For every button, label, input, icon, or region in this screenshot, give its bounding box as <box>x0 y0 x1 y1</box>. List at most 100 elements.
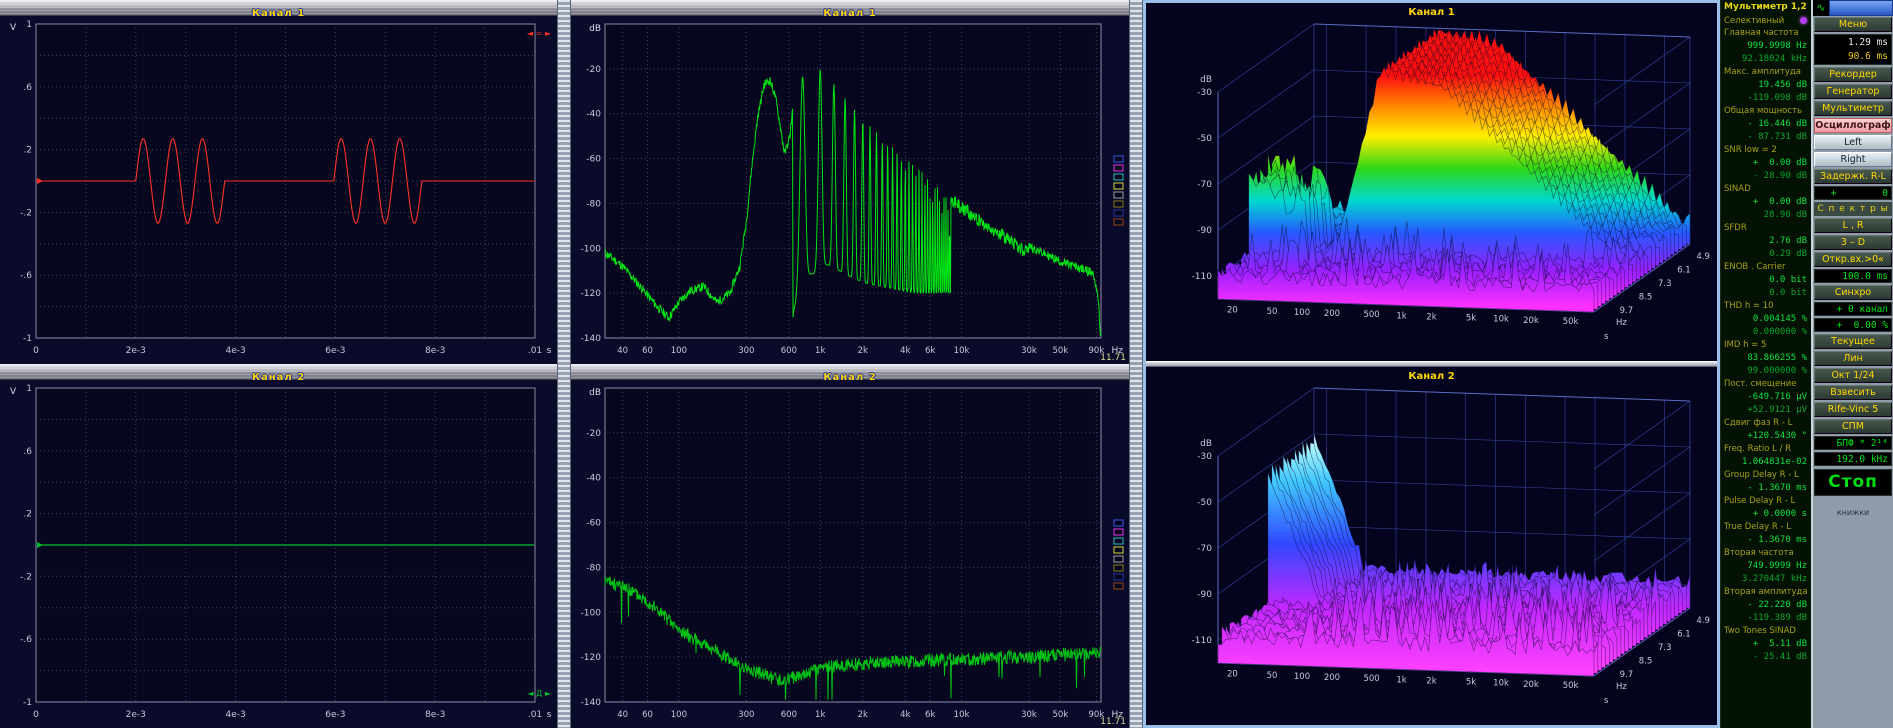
window-length-display[interactable]: 100.0 ms <box>1814 269 1892 283</box>
svg-text:10k: 10k <box>1493 315 1509 325</box>
delay-value-display[interactable]: + 0 <box>1814 186 1892 200</box>
svg-text:9.7: 9.7 <box>1620 670 1634 680</box>
menu-button[interactable]: Меню <box>1814 17 1892 32</box>
fft-size-display[interactable]: БПФ * 2¹⁴ <box>1814 436 1892 450</box>
svg-text:30k: 30k <box>1021 346 1037 356</box>
spectra-3d-button[interactable]: 3 – D <box>1814 235 1892 250</box>
right-button[interactable]: Right <box>1814 152 1892 167</box>
mm-row-value: 749.9999 Hz <box>1747 561 1807 571</box>
sample-rate-display[interactable]: 192.0 kHz <box>1814 452 1892 466</box>
svg-text:10k: 10k <box>1493 679 1509 689</box>
sync-button[interactable]: Синхро <box>1814 285 1892 300</box>
svg-text:V: V <box>10 387 17 397</box>
mm-row-value: + 0.00 dB <box>1752 197 1807 207</box>
svg-text:.01: .01 <box>528 346 542 356</box>
mm-row-value: - 16.446 dB <box>1747 119 1807 129</box>
stop-button[interactable]: Стоп <box>1814 469 1892 496</box>
mm-row-value: - 87.731 dB <box>1747 132 1807 142</box>
window-function-button[interactable]: Rife-Vinc 5 <box>1814 402 1892 417</box>
waterfall-ch2-plot[interactable]: 20 50 100 200 500 1k 2k 5k 10k 20k 50k -30 -50 -70 -90… <box>1146 367 1717 725</box>
mm-row-value: -649.716 µV <box>1747 392 1807 402</box>
svg-text:1: 1 <box>26 384 32 394</box>
svg-text:0: 0 <box>33 346 39 356</box>
svg-text:100: 100 <box>1294 308 1310 318</box>
mm-row-label: SNR low = 2 <box>1724 145 1777 155</box>
svg-text:9.7: 9.7 <box>1620 306 1634 316</box>
left-button[interactable]: Left <box>1814 135 1892 150</box>
svg-text:6.1: 6.1 <box>1677 629 1691 639</box>
time-readout-display[interactable]: 1.29 ms 90.6 ms <box>1814 34 1892 65</box>
generator-button[interactable]: Генератор <box>1814 84 1892 99</box>
svg-text:20: 20 <box>1227 305 1238 315</box>
recorder-button[interactable]: Рекордер <box>1814 67 1892 82</box>
svg-text:.01: .01 <box>528 710 542 720</box>
display-line-2: 90.6 ms <box>1847 51 1888 62</box>
spectrum-ch2-panel: Канал 2 -20 -40 -60 -80 -100 -120 -140 40 60 100 3… <box>571 364 1129 728</box>
scope-ch2-plot[interactable]: V 1 .6 .2 -.2 -.6 -10 2e-3 4e-3 6e-3 8e-3 .01 s ◄ Д ► <box>0 380 557 728</box>
spectrum-ch2-titlebar[interactable]: Канал 2 <box>571 364 1129 383</box>
splitter-scope-spectrum[interactable] <box>557 0 571 728</box>
sync-channel-display[interactable]: + 0 канал <box>1814 302 1892 316</box>
svg-text:-30: -30 <box>1197 88 1212 98</box>
mm-row-value: 3.270447 kHz <box>1741 574 1807 584</box>
svg-text:-100: -100 <box>581 244 602 254</box>
ctrl-titlebar[interactable]: ∿ <box>1813 0 1893 16</box>
delay-rl-button[interactable]: Задержк. R-L <box>1814 169 1892 184</box>
splitter-spectrum-waterfall[interactable] <box>1129 0 1143 728</box>
svg-text:Канал 2: Канал 2 <box>1408 371 1454 382</box>
svg-text:4k: 4k <box>900 710 910 720</box>
svg-text:.2: .2 <box>23 146 32 156</box>
svg-text:600: 600 <box>781 710 797 720</box>
mm-row-value: - 1.3670 ms <box>1747 483 1807 493</box>
svg-text:-120: -120 <box>581 653 602 663</box>
oscilloscope-button[interactable]: Осциллограф <box>1814 118 1892 133</box>
svg-text:Hz: Hz <box>1616 318 1627 328</box>
multimeter-selective-row[interactable]: Селективный <box>1721 14 1811 27</box>
svg-text:dB: dB <box>589 388 601 398</box>
svg-text:6.1: 6.1 <box>1677 265 1691 275</box>
svg-text:60: 60 <box>642 710 653 720</box>
psd-button[interactable]: СПМ <box>1814 419 1892 434</box>
svg-text:50k: 50k <box>1052 346 1068 356</box>
svg-text:-20: -20 <box>586 65 601 75</box>
spectra-lr-button[interactable]: L , R <box>1814 218 1892 233</box>
spectrum-ch2-plot[interactable]: -20 -40 -60 -80 -100 -120 -140 40 60 100 300 600 1k 2… <box>571 380 1129 728</box>
svg-text:200: 200 <box>1324 309 1340 319</box>
scope-ch1-plot[interactable]: V 1 .6 .2 -.2 -.6 -10 2e-3 4e-3 6e-3 8e-3 .01 s ◄ = ► <box>0 16 557 364</box>
spectra-header: С п е к т р ы <box>1814 202 1892 216</box>
sync-level-display[interactable]: + 0.00 % <box>1814 318 1892 332</box>
multimeter-button[interactable]: Мультиметр <box>1814 101 1892 116</box>
svg-text:10k: 10k <box>954 346 970 356</box>
mm-row-label: IMD h = 5 <box>1724 340 1767 350</box>
octave-button[interactable]: Окт 1/24 <box>1814 368 1892 383</box>
mm-row-value: 999.9998 Hz <box>1747 41 1807 51</box>
scope-ch2-titlebar[interactable]: Канал 2 <box>0 364 557 383</box>
svg-text:-.6: -.6 <box>20 271 32 281</box>
svg-text:1: 1 <box>26 20 32 30</box>
multimeter-title: Мультиметр 1,2 <box>1724 2 1807 12</box>
weighting-button[interactable]: Взвесить <box>1814 385 1892 400</box>
svg-text:8.5: 8.5 <box>1639 657 1653 667</box>
mm-row-label: Сдвиг фаз R - L <box>1724 418 1793 428</box>
selective-label: Селективный <box>1724 15 1785 26</box>
mm-row-label: Пост. смещение <box>1724 379 1797 389</box>
svg-text:1k: 1k <box>1396 311 1406 321</box>
current-button[interactable]: Текущее <box>1814 334 1892 349</box>
svg-text:40: 40 <box>617 346 628 356</box>
linear-button[interactable]: Лин <box>1814 351 1892 366</box>
scope-ch1-titlebar[interactable]: Канал 1 <box>0 0 557 19</box>
waterfall-ch1-plot[interactable]: 20 50 100 200 500 1k 2k 5k 10k 20k 50k -30 -50 -70 -90… <box>1146 3 1717 361</box>
svg-text:-90: -90 <box>1197 226 1212 236</box>
spectrum-ch1-titlebar[interactable]: Канал 1 <box>571 0 1129 19</box>
svg-text:2k: 2k <box>1426 312 1436 322</box>
svg-text:6e-3: 6e-3 <box>325 346 345 356</box>
spectrum-ch1-plot[interactable]: -20 -40 -60 -80 -100 -120 -140 40 60 100 300 600 1k 2… <box>571 16 1129 364</box>
svg-text:60: 60 <box>642 346 653 356</box>
svg-text:600: 600 <box>781 346 797 356</box>
svg-text:50k: 50k <box>1563 317 1579 327</box>
svg-text:-40: -40 <box>586 474 601 484</box>
spectrum-ch1-panel: Канал 1 -20 -40 -60 -80 -100 -120 -140 40 60 100 3… <box>571 0 1129 364</box>
open-input-button[interactable]: Откр.вх.>0« <box>1814 252 1892 267</box>
svg-text:-100: -100 <box>581 608 602 618</box>
mm-row-label: Group Delay R - L <box>1724 470 1799 480</box>
